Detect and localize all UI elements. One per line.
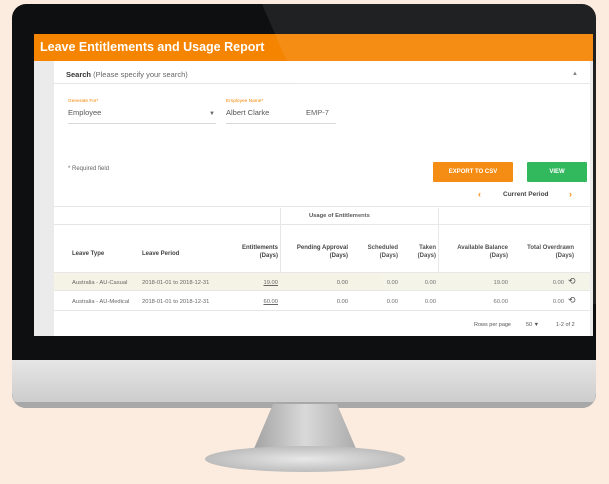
period-navigator: ‹ Current Period › — [54, 184, 590, 207]
employee-name-underline — [226, 123, 336, 124]
cell-leave-type: Australia - AU-Medical — [72, 299, 130, 305]
cell-available: 19.00 — [493, 280, 508, 286]
monitor: Leave Entitlements and Usage Report Sear… — [12, 4, 596, 408]
caret-down-icon[interactable]: ▼ — [209, 111, 215, 117]
group-header-row: Usage of Entitlements — [54, 208, 590, 225]
generate-for-underline — [68, 123, 216, 124]
report-panel: ‹ Current Period › Usage of Entitlements… — [54, 184, 590, 336]
rows-per-page-select[interactable]: 50 ▼ — [526, 322, 539, 328]
col-leave-period[interactable]: Leave Period — [142, 250, 179, 258]
cell-overdrawn: 0.00 — [552, 280, 564, 286]
search-title: Search — [66, 70, 92, 79]
employee-name-label: Employee Name* — [226, 99, 264, 104]
col-leave-type[interactable]: Leave Type — [72, 250, 104, 258]
cell-overdrawn: 0.00 — [552, 299, 564, 305]
cell-scheduled: 0.00 — [386, 280, 398, 286]
view-button[interactable]: VIEW — [527, 162, 587, 182]
cell-taken: 0.00 — [424, 280, 436, 286]
cell-leave-period: 2018-01-01 to 2018-12-31 — [142, 299, 210, 305]
col-total-overdrawn[interactable]: Total Overdrawn (Days) — [518, 244, 574, 260]
entitlements-link[interactable]: 19.00 — [244, 280, 278, 286]
monitor-stand-base — [205, 446, 405, 472]
screen: Leave Entitlements and Usage Report Sear… — [34, 34, 593, 336]
cell-scheduled: 0.00 — [386, 299, 398, 305]
monitor-stand-neck — [252, 404, 358, 452]
divider — [54, 83, 590, 84]
history-icon[interactable]: ⟲ — [568, 295, 576, 306]
history-icon[interactable]: ⟲ — [568, 276, 576, 287]
generate-for-label: Generate For* — [68, 99, 99, 104]
cell-taken: 0.00 — [424, 299, 436, 305]
col-available-balance[interactable]: Available Balance (Days) — [444, 244, 508, 260]
pagination-range: 1-2 of 2 — [556, 322, 575, 328]
current-period: Current Period — [503, 191, 549, 198]
required-note: * Required field — [68, 166, 110, 172]
cell-pending: 0.00 — [336, 299, 348, 305]
table-row: Australia - AU-Casual 2018-01-01 to 2018… — [54, 272, 590, 291]
export-csv-button[interactable]: EXPORT TO CSV — [433, 162, 513, 182]
chevron-up-icon[interactable]: ▲ — [572, 71, 578, 77]
cell-available: 60.00 — [493, 299, 508, 305]
cell-leave-type: Australia - AU-Casual — [72, 280, 128, 286]
chevron-right-icon[interactable]: › — [569, 189, 572, 199]
cell-pending: 0.00 — [336, 280, 348, 286]
col-taken[interactable]: Taken (Days) — [404, 244, 436, 260]
generate-for-select[interactable]: Employee — [68, 108, 101, 117]
table-row: Australia - AU-Medical 2018-01-01 to 201… — [54, 292, 590, 311]
search-panel: Search (Please specify your search) ▲ Ge… — [54, 61, 590, 191]
column-divider — [280, 208, 281, 272]
usage-group-header: Usage of Entitlements — [309, 213, 370, 219]
page-title: Leave Entitlements and Usage Report — [34, 34, 593, 61]
rows-per-page-label: Rows per page — [474, 322, 511, 328]
entitlements-link[interactable]: 60.00 — [244, 299, 278, 305]
col-entitlements[interactable]: Entitlements (Days) — [224, 244, 278, 260]
search-hint: (Please specify your search) — [93, 70, 188, 79]
search-heading: Search (Please specify your search) — [54, 61, 590, 79]
employee-name-input[interactable]: Albert Clarke — [226, 108, 269, 117]
cell-leave-period: 2018-01-01 to 2018-12-31 — [142, 280, 210, 286]
column-divider — [438, 208, 439, 272]
employee-id: EMP-7 — [306, 108, 329, 117]
chevron-left-icon[interactable]: ‹ — [478, 189, 481, 199]
col-pending-approval[interactable]: Pending Approval (Days) — [284, 244, 348, 260]
col-scheduled[interactable]: Scheduled (Days) — [354, 244, 398, 260]
monitor-chin — [12, 360, 596, 408]
